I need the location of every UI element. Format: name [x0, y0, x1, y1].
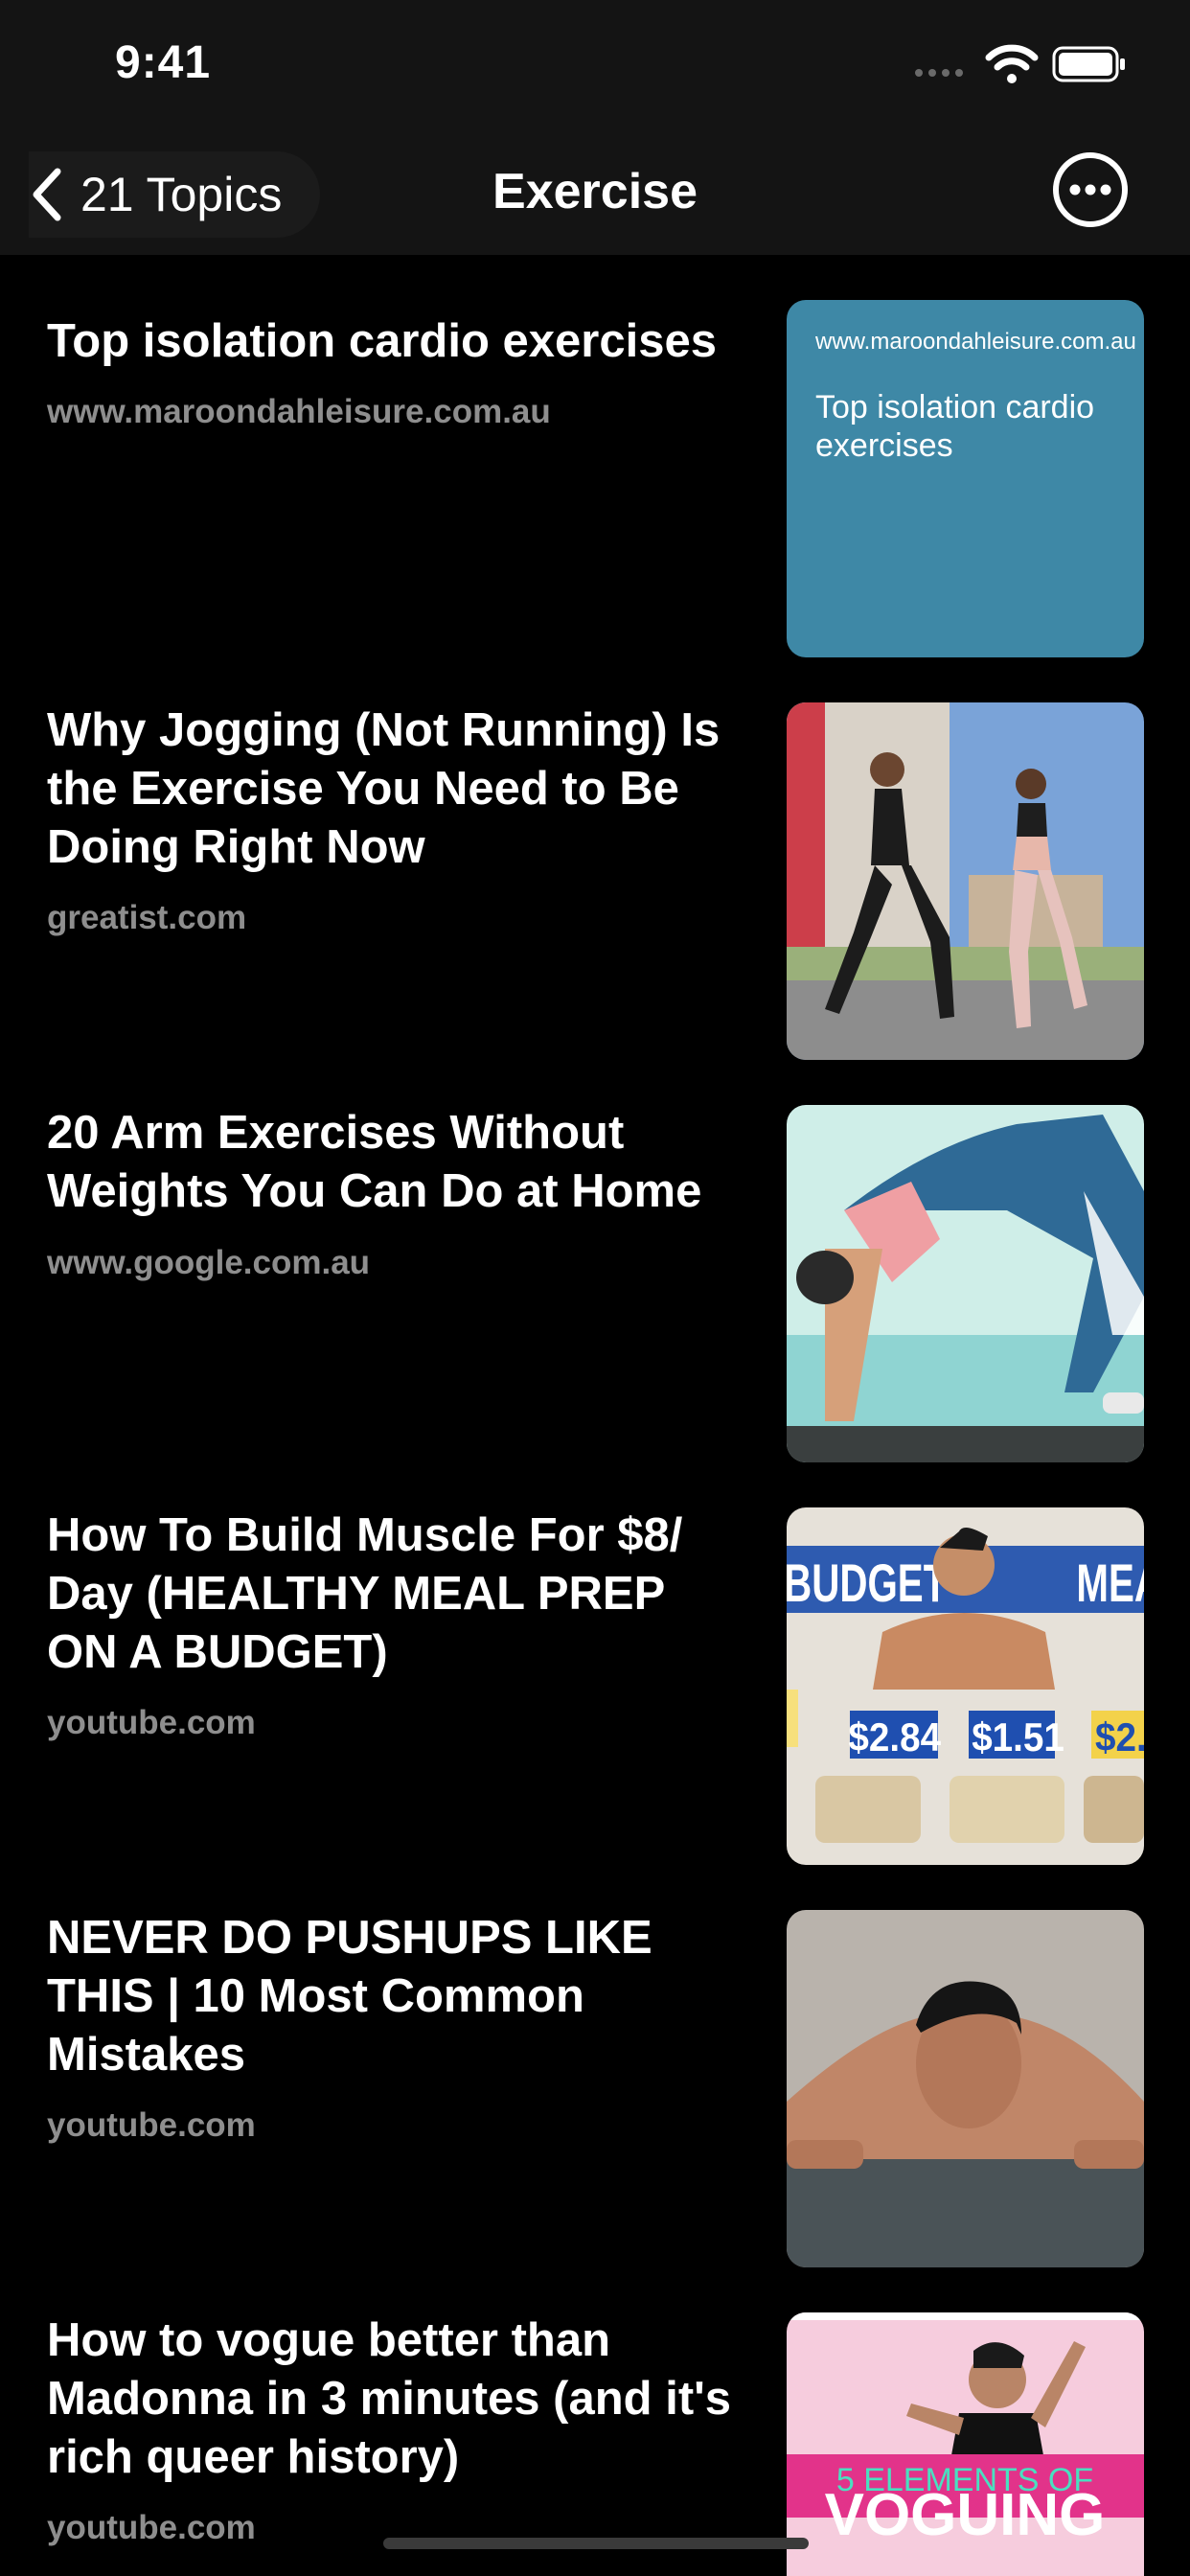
jogging-photo — [787, 702, 1144, 1060]
price-label: $1.51 — [972, 1714, 1064, 1760]
caption-large: VOGUING — [825, 2482, 1106, 2548]
item-title: How To Build Muscle For $8/ Day (HEALTHY… — [47, 1509, 683, 1678]
item-title: 20 Arm Exercises Without Weights You Can… — [47, 1107, 702, 1217]
banner-right-text: MEAL — [1076, 1554, 1144, 1614]
list-item[interactable]: How To Build Muscle For $8/ Day (HEALTHY… — [0, 1462, 1190, 1865]
item-title: How to vogue better than Madonna in 3 mi… — [47, 2314, 732, 2483]
item-source: www.google.com.au — [47, 1244, 371, 1281]
status-bar: 9:41 — [0, 0, 1190, 134]
item-title: NEVER DO PUSHUPS LIKE THIS | 10 Most Com… — [47, 1912, 652, 2081]
item-source: greatist.com — [47, 899, 247, 936]
banner-left-text: BUDGET — [787, 1554, 947, 1614]
item-title: Top isolation cardio exercises — [47, 315, 717, 367]
item-title: Why Jogging (Not Running) Is the Exercis… — [47, 704, 721, 873]
list-item[interactable]: NEVER DO PUSHUPS LIKE THIS | 10 Most Com… — [0, 1865, 1190, 2267]
price-label: $2.3 — [1095, 1714, 1144, 1760]
home-indicator[interactable] — [383, 2538, 809, 2549]
preview-domain: www.maroondahleisure.com.au — [815, 329, 1136, 355]
status-time: 9:41 — [115, 37, 212, 88]
link-preview-thumbnail: www.maroondahleisure.com.au Top isolatio… — [787, 300, 1144, 657]
preview-title: Top isolation cardio exercises — [815, 389, 1095, 464]
list-item[interactable]: 20 Arm Exercises Without Weights You Can… — [0, 1060, 1190, 1462]
page-title: Exercise — [492, 164, 698, 219]
battery-icon — [1052, 46, 1125, 82]
voguing-video-thumbnail: 5 ELEMENTS OF VOGUING — [787, 2312, 1144, 2576]
list-item[interactable]: Why Jogging (Not Running) Is the Exercis… — [0, 657, 1190, 1060]
list-item[interactable]: How to vogue better than Madonna in 3 mi… — [0, 2267, 1190, 2576]
pushup-photo — [787, 1910, 1144, 2267]
list-item[interactable]: Top isolation cardio exercises www.maroo… — [0, 255, 1190, 657]
navigation-bar: 21 Topics Exercise — [0, 134, 1190, 255]
item-source: youtube.com — [47, 2509, 256, 2546]
more-options-icon[interactable] — [1052, 151, 1129, 228]
topic-feed: Top isolation cardio exercises www.maroo… — [0, 255, 1190, 2576]
wifi-icon — [985, 44, 1039, 83]
item-source: youtube.com — [47, 1704, 256, 1741]
arm-exercise-photo — [787, 1105, 1144, 1462]
meal-prep-video-thumbnail: BUDGET MEAL $2.84 $1.51 $2.3 — [787, 1507, 1144, 1865]
item-source: youtube.com — [47, 2106, 256, 2144]
cellular-signal-icon — [915, 69, 963, 77]
item-source: www.maroondahleisure.com.au — [47, 393, 551, 430]
price-label: $2.84 — [848, 1714, 941, 1760]
